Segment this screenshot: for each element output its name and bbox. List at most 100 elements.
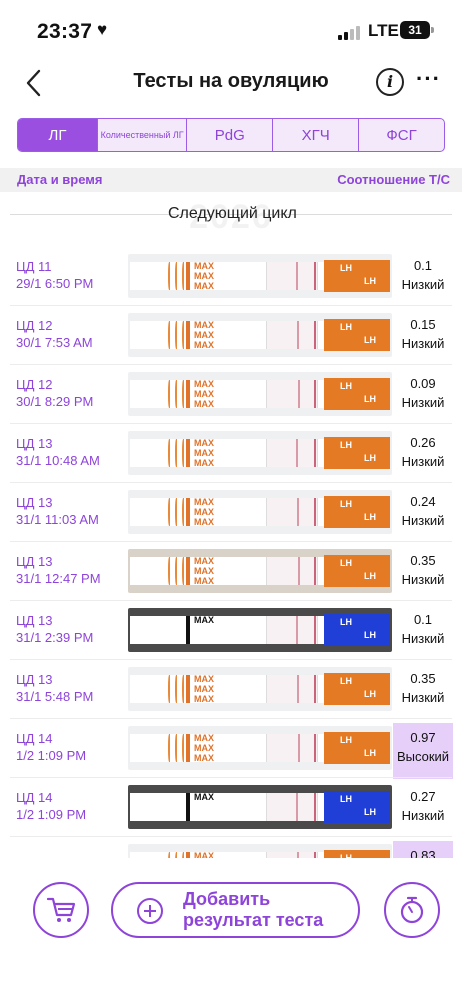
test-strip-photo[interactable]: MAX MAXMAX LH LH	[128, 431, 392, 475]
shop-button[interactable]	[33, 882, 89, 938]
strip-wave	[182, 734, 185, 762]
result-row[interactable]: MAX MAXMAX LH LH 0.83	[0, 838, 462, 858]
result-datetime: 29/1 6:50 PM	[16, 276, 94, 291]
strip-max-mark: MAX	[194, 556, 214, 566]
strip-wave	[182, 557, 185, 585]
strip-wave	[175, 321, 178, 349]
result-row[interactable]: ЦД 13 31/1 5:48 PM MAX MAX MAX LH LH 0.35…	[0, 661, 462, 719]
result-date[interactable]: ЦД 12 30/1 8:29 PM	[16, 376, 93, 410]
result-date[interactable]: ЦД 11 29/1 6:50 PM	[16, 258, 93, 292]
strip-max-mark: MAX	[194, 340, 214, 350]
level-label: Высокий	[396, 749, 450, 764]
strip-wave	[175, 380, 178, 408]
level-label: Низкий	[401, 336, 445, 351]
strip-wave	[168, 380, 171, 408]
info-icon[interactable]: i	[376, 68, 404, 96]
result-row[interactable]: ЦД 14 1/2 1:09 PM MAX MAX MAX LH LH 0.97 …	[0, 720, 462, 779]
test-strip-photo[interactable]: MAX MAXMAX LH LH	[128, 490, 392, 534]
result-row[interactable]: ЦД 12 30/1 7:53 AM MAX MAX MAX LH LH 0.15…	[0, 307, 462, 365]
strip-brand: LH	[340, 381, 352, 391]
strip-max-mark: MAX	[194, 399, 214, 409]
strip-bar	[186, 439, 190, 467]
result-row[interactable]: ЦД 11 29/1 6:50 PM MAX MAX MAX LH LH 0.1 …	[0, 248, 462, 306]
strip-max-marks: MAX MAXMAX	[194, 674, 230, 704]
tab-pdg[interactable]: PdG	[187, 119, 274, 151]
row-separator	[10, 305, 452, 306]
test-strip-photo[interactable]: MAX LH LH	[128, 785, 392, 829]
strip-max-mark: MAX	[194, 448, 214, 458]
strip-wave	[182, 675, 185, 703]
more-options-icon[interactable]: ···	[416, 66, 441, 92]
result-datetime: 31/1 12:47 PM	[16, 571, 101, 586]
result-date[interactable]: ЦД 12 30/1 7:53 AM	[16, 317, 93, 351]
strip-handle: LH LH	[324, 437, 390, 469]
strip-max-mark: MAX	[194, 320, 214, 330]
cycle-day: ЦД 13	[16, 436, 53, 451]
timer-button[interactable]	[384, 882, 440, 938]
result-date[interactable]: ЦД 13 31/1 10:48 AM	[16, 435, 100, 469]
result-date[interactable]: ЦД 14 1/2 1:09 PM	[16, 789, 86, 823]
cycle-label: Следующий цикл	[168, 205, 297, 222]
column-ratio: Соотношение Т/С	[337, 172, 450, 187]
result-row[interactable]: ЦД 14 1/2 1:09 PM MAX LH LH 0.27 Низкий	[0, 779, 462, 837]
result-row[interactable]: ЦД 13 31/1 2:39 PM MAX LH LH 0.1 Низкий	[0, 602, 462, 660]
cycle-day: ЦД 12	[16, 377, 53, 392]
test-strip-photo[interactable]: MAX MAXMAX LH LH	[128, 254, 392, 298]
tab-fsh[interactable]: ФСГ	[359, 119, 444, 151]
ratio-cell: 0.15 Низкий	[393, 310, 453, 366]
tab-lh[interactable]: ЛГ	[18, 119, 98, 151]
control-line	[314, 498, 316, 526]
strip-result-window	[266, 557, 318, 585]
test-strip-photo[interactable]: MAX MAXMAX LH LH	[128, 844, 392, 858]
battery-icon: 31	[400, 21, 430, 39]
result-date[interactable]: ЦД 13 31/1 5:48 PM	[16, 671, 93, 705]
level-label: Низкий	[401, 690, 445, 705]
strip-result-window	[266, 793, 318, 821]
result-date[interactable]: ЦД 13 31/1 12:47 PM	[16, 553, 101, 587]
ratio-cell: 0.24 Низкий	[393, 487, 453, 543]
result-row[interactable]: ЦД 13 31/1 11:03 AM MAX MAX MAX LH LH 0.2…	[0, 484, 462, 542]
result-datetime: 31/1 11:03 AM	[16, 512, 99, 527]
control-line	[314, 793, 316, 821]
strip-bar	[186, 734, 190, 762]
test-strip-photo[interactable]: MAX MAXMAX LH LH	[128, 726, 392, 770]
strip-max-mark: MAX	[194, 281, 214, 291]
add-test-result-button[interactable]: Добавить результат теста	[111, 882, 360, 938]
strip-brand: LH	[340, 676, 352, 686]
strip-handle: LH LH	[324, 850, 390, 858]
result-row[interactable]: ЦД 12 30/1 8:29 PM MAX MAX MAX LH LH 0.09…	[0, 366, 462, 424]
result-date[interactable]: ЦД 14 1/2 1:09 PM	[16, 730, 86, 764]
test-strip-photo[interactable]: MAX MAXMAX LH LH	[128, 372, 392, 416]
test-strip-photo[interactable]: MAX MAXMAX LH LH	[128, 549, 392, 593]
result-date[interactable]: ЦД 13 31/1 2:39 PM	[16, 612, 93, 646]
control-line	[314, 675, 316, 703]
strip-max-mark: MAX	[194, 330, 214, 340]
strip-wave	[182, 380, 185, 408]
cycle-day: ЦД 14	[16, 790, 53, 805]
test-strip-photo[interactable]: MAX LH LH	[128, 608, 392, 652]
test-strip-photo[interactable]: MAX MAXMAX LH LH	[128, 313, 392, 357]
strip-bar	[186, 498, 190, 526]
strip-result-window	[266, 321, 318, 349]
strip-wave	[175, 734, 178, 762]
result-row[interactable]: ЦД 13 31/1 12:47 PM MAX MAX MAX LH LH 0.3…	[0, 543, 462, 601]
status-bar: 23:37 ♥ LTE 31	[0, 0, 462, 60]
tab-quantitative-lh[interactable]: Количественный ЛГ	[98, 119, 188, 151]
strip-max-mark: MAX	[194, 743, 214, 753]
strip-handle: LH LH	[324, 496, 390, 528]
strip-max-marks: MAX MAXMAX	[194, 320, 230, 350]
strip-brand: LH	[340, 499, 352, 509]
result-date[interactable]: ЦД 13 31/1 11:03 AM	[16, 494, 99, 528]
test-line	[297, 498, 299, 526]
strip-wave	[175, 498, 178, 526]
strip-brand: LH	[364, 571, 376, 581]
result-datetime: 1/2 1:09 PM	[16, 807, 87, 822]
result-row[interactable]: ЦД 13 31/1 10:48 AM MAX MAX MAX LH LH 0.2…	[0, 425, 462, 483]
ratio-cell: 0.35 Низкий	[393, 546, 453, 602]
test-strip-photo[interactable]: MAX MAXMAX LH LH	[128, 667, 392, 711]
tab-hcg[interactable]: ХГЧ	[273, 119, 360, 151]
test-type-tabs: ЛГ Количественный ЛГ PdG ХГЧ ФСГ	[17, 118, 445, 152]
strip-handle: LH LH	[324, 260, 390, 292]
strip-brand: LH	[364, 394, 376, 404]
ratio-value: 0.35	[410, 671, 436, 686]
